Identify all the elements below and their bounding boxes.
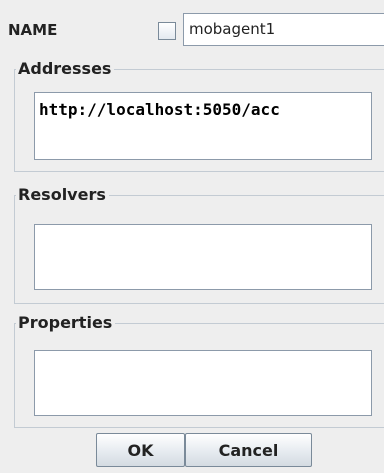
- addresses-textarea[interactable]: http://localhost:5050/acc: [34, 92, 372, 160]
- addresses-legend: Addresses: [18, 59, 112, 78]
- ok-button[interactable]: OK: [96, 433, 185, 467]
- name-checkbox[interactable]: [158, 22, 176, 40]
- name-input[interactable]: mobagent1: [183, 13, 384, 46]
- properties-legend: Properties: [18, 313, 113, 332]
- name-label: NAME: [8, 21, 58, 39]
- cancel-button[interactable]: Cancel: [185, 433, 312, 467]
- resolvers-textarea[interactable]: [34, 224, 372, 290]
- resolvers-legend: Resolvers: [18, 185, 106, 204]
- properties-textarea[interactable]: [34, 350, 372, 416]
